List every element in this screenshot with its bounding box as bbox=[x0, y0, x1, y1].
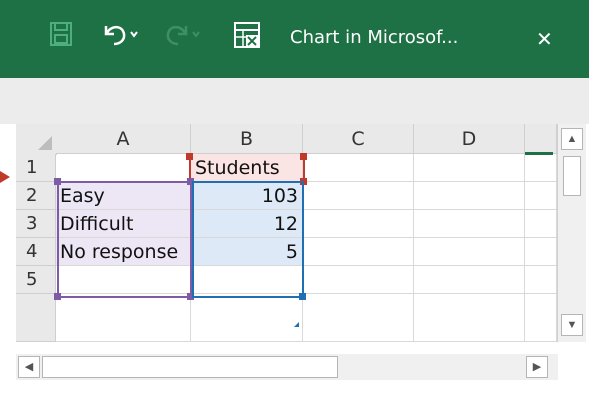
vertical-scrollbar[interactable]: ▲ ▼ bbox=[557, 124, 586, 342]
row-header-3[interactable]: 3 bbox=[16, 210, 56, 238]
column-header-e[interactable] bbox=[525, 124, 557, 154]
vertical-scroll-thumb[interactable] bbox=[563, 156, 581, 196]
cell-d2[interactable] bbox=[414, 182, 525, 210]
column-header-a[interactable]: A bbox=[56, 124, 191, 154]
pointer-arrow-icon bbox=[0, 171, 10, 183]
spreadsheet-grid: A B C D 1 2 3 4 5 Students Easy 103 Diff… bbox=[0, 124, 589, 393]
horizontal-scrollbar[interactable]: ◀ ▶ bbox=[16, 354, 558, 380]
column-header-d[interactable]: D bbox=[414, 124, 525, 154]
save-icon[interactable] bbox=[50, 22, 72, 51]
scroll-down-icon[interactable]: ▼ bbox=[561, 314, 583, 336]
scroll-left-icon[interactable]: ◀ bbox=[18, 356, 40, 378]
cell-a1[interactable] bbox=[56, 154, 191, 182]
row-header-2[interactable]: 2 bbox=[16, 182, 56, 210]
row-header-4[interactable]: 4 bbox=[16, 238, 56, 266]
category-range-handle[interactable] bbox=[187, 293, 194, 300]
fill-handle-icon[interactable] bbox=[294, 322, 299, 327]
cell-a5[interactable] bbox=[56, 266, 191, 294]
cell-b6[interactable] bbox=[191, 294, 303, 342]
cell-e2[interactable] bbox=[525, 182, 557, 210]
category-range-handle[interactable] bbox=[187, 178, 194, 185]
horizontal-scroll-thumb[interactable] bbox=[42, 356, 338, 378]
cell-a2[interactable]: Easy bbox=[56, 182, 191, 210]
cell-d1[interactable] bbox=[414, 154, 525, 182]
series-range-handle[interactable] bbox=[186, 153, 193, 160]
scroll-right-icon[interactable]: ▶ bbox=[526, 356, 548, 378]
cell-d6[interactable] bbox=[414, 294, 525, 342]
cell-c3[interactable] bbox=[303, 210, 414, 238]
excel-sheet-icon bbox=[234, 22, 260, 53]
row-header-1[interactable]: 1 bbox=[16, 154, 56, 182]
column-header-c[interactable]: C bbox=[303, 124, 414, 154]
category-range-handle[interactable] bbox=[54, 178, 61, 185]
cell-c6[interactable] bbox=[303, 294, 414, 342]
column-header-b[interactable]: B bbox=[191, 124, 303, 154]
values-range-handle[interactable] bbox=[299, 293, 306, 300]
cell-d5[interactable] bbox=[414, 266, 525, 294]
cell-e1[interactable] bbox=[525, 154, 557, 182]
cell-d4[interactable] bbox=[414, 238, 525, 266]
close-icon[interactable]: ✕ bbox=[536, 27, 553, 52]
cell-d3[interactable] bbox=[414, 210, 525, 238]
title-bar: Chart in Microsof... ✕ bbox=[0, 0, 589, 78]
cell-c5[interactable] bbox=[303, 266, 414, 294]
series-range-handle[interactable] bbox=[300, 178, 307, 185]
cell-e6[interactable] bbox=[525, 294, 557, 342]
category-range-handle[interactable] bbox=[54, 293, 61, 300]
series-range-handle[interactable] bbox=[300, 153, 307, 160]
cell-b2[interactable]: 103 bbox=[191, 182, 303, 210]
row-header-5[interactable]: 5 bbox=[16, 266, 56, 294]
undo-icon[interactable] bbox=[100, 20, 140, 53]
cell-c1[interactable] bbox=[303, 154, 414, 182]
cell-a6[interactable] bbox=[56, 294, 191, 342]
cell-a3[interactable]: Difficult bbox=[56, 210, 191, 238]
window-title: Chart in Microsof... bbox=[290, 27, 459, 48]
cell-c4[interactable] bbox=[303, 238, 414, 266]
cell-b4[interactable]: 5 bbox=[191, 238, 303, 266]
cell-a4[interactable]: No response bbox=[56, 238, 191, 266]
cell-e5[interactable] bbox=[525, 266, 557, 294]
cell-b5[interactable] bbox=[191, 266, 303, 294]
cell-b1[interactable]: Students bbox=[191, 154, 303, 182]
formula-bar[interactable] bbox=[0, 78, 589, 125]
row-header-6[interactable] bbox=[16, 294, 56, 342]
redo-icon bbox=[164, 20, 204, 53]
select-all-corner[interactable] bbox=[16, 124, 57, 155]
scroll-up-icon[interactable]: ▲ bbox=[561, 128, 583, 150]
cell-e3[interactable] bbox=[525, 210, 557, 238]
cell-b3[interactable]: 12 bbox=[191, 210, 303, 238]
cell-e4[interactable] bbox=[525, 238, 557, 266]
cell-c2[interactable] bbox=[303, 182, 414, 210]
